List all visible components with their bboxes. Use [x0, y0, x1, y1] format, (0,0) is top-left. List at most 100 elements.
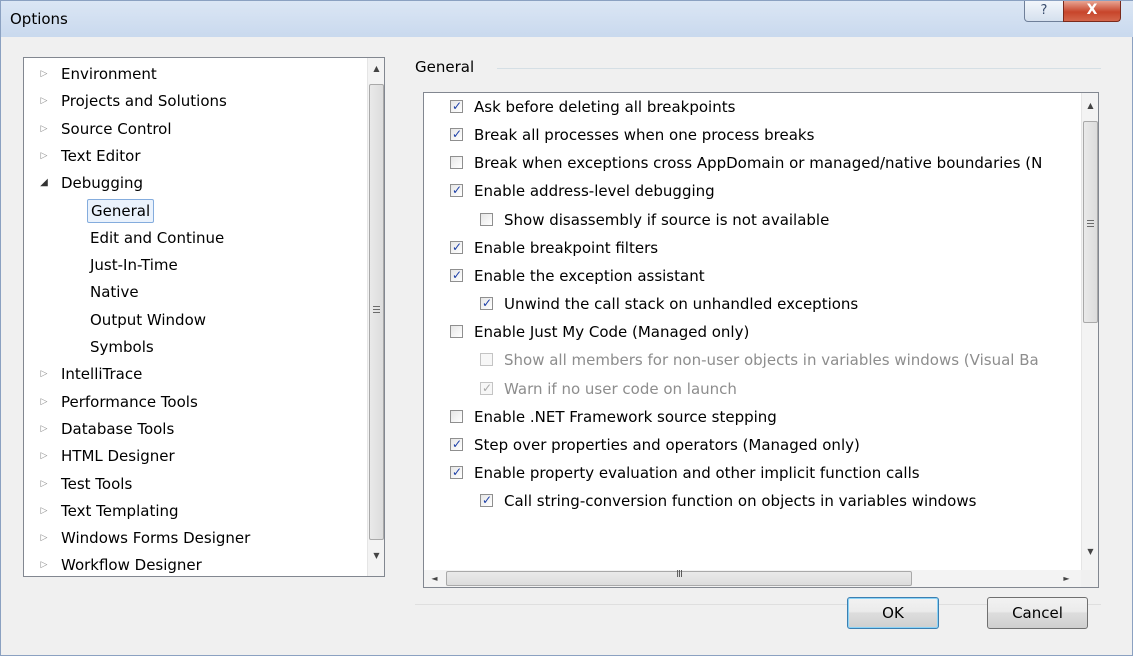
tree-item-debugging[interactable]: ◢ Debugging	[24, 170, 364, 196]
options-hscroll-thumb[interactable]: III	[446, 569, 912, 586]
tree-scroll-down-arrow[interactable]: ▼	[368, 547, 384, 564]
collapsed-arrow-icon[interactable]: ▷	[38, 143, 50, 169]
option-checkbox[interactable]: ✓	[450, 127, 463, 142]
collapsed-arrow-icon[interactable]: ▷	[38, 525, 50, 551]
options-horizontal-scrollbar[interactable]: ◄ III ►	[424, 569, 1081, 587]
options-vertical-scrollbar[interactable]: ▲ ▼	[1081, 93, 1098, 570]
hscroll-grip: III	[676, 569, 683, 580]
checkmark-icon: ✓	[452, 464, 463, 479]
option-row[interactable]: ✓ Ask before deleting all breakpoints	[450, 94, 1090, 121]
option-row[interactable]: Enable Just My Code (Managed only)	[450, 319, 1090, 346]
tree-item-label: Workflow Designer	[61, 556, 202, 575]
checkmark-icon: ✓	[452, 436, 463, 451]
category-tree[interactable]: ▷ Environment ▷ Projects and Solutions ▷ Sour…	[23, 57, 385, 577]
option-checkbox[interactable]: ✓	[450, 99, 463, 113]
option-checkbox[interactable]: ✓	[450, 464, 463, 479]
tree-item-native[interactable]: Native	[24, 279, 364, 305]
tree-item-intellitrace[interactable]: ▷ IntelliTrace	[24, 361, 364, 387]
tree-item-text-templating[interactable]: ▷ Text Templating	[24, 498, 364, 524]
collapsed-arrow-icon[interactable]: ▷	[38, 498, 50, 524]
options-scroll-left-arrow[interactable]: ◄	[426, 570, 443, 587]
tree-vertical-scrollbar[interactable]: ▲ ▼	[367, 58, 384, 576]
tree-item-edit-and-continue[interactable]: Edit and Continue	[24, 225, 364, 251]
options-scroll-up-arrow[interactable]: ▲	[1082, 97, 1098, 114]
collapsed-arrow-icon[interactable]: ▷	[38, 88, 50, 114]
tree-item-text-editor[interactable]: ▷ Text Editor	[24, 143, 364, 169]
option-checkbox[interactable]: ✓	[480, 493, 493, 508]
tree-item-windows-forms-designer[interactable]: ▷ Windows Forms Designer	[24, 525, 364, 551]
close-button[interactable]: X	[1063, 1, 1121, 22]
option-row[interactable]: ✓ Step over properties and operators (Man…	[450, 432, 1090, 459]
option-row[interactable]: Enable .NET Framework source stepping	[450, 404, 1090, 431]
tree-item-symbols[interactable]: Symbols	[24, 334, 364, 360]
collapsed-arrow-icon[interactable]: ▷	[38, 389, 50, 415]
option-checkbox[interactable]: ✓	[480, 296, 493, 311]
tree-item-just-in-time[interactable]: Just-In-Time	[24, 252, 364, 278]
option-label: Call string-conversion function on objec…	[504, 492, 977, 511]
title-bar: Options ? X	[1, 1, 1133, 37]
option-checkbox[interactable]: ✓	[450, 183, 463, 198]
option-checkbox[interactable]: ✓	[450, 268, 463, 282]
collapsed-arrow-icon[interactable]: ▷	[38, 471, 50, 497]
option-label: Break all processes when one process bre…	[474, 126, 815, 145]
option-label: Show disassembly if source is not availa…	[504, 210, 830, 229]
option-row[interactable]: Break when exceptions cross AppDomain or…	[450, 150, 1090, 177]
options-dialog: Options ? X ▷ Environment ▷ Projects and So…	[0, 0, 1133, 656]
expanded-arrow-icon[interactable]: ◢	[38, 170, 50, 196]
option-row[interactable]: Show disassembly if source is not availa…	[480, 207, 1098, 234]
option-checkbox[interactable]: ✓	[450, 436, 463, 451]
option-checkbox[interactable]	[450, 325, 463, 339]
tree-item-database-tools[interactable]: ▷ Database Tools	[24, 416, 364, 442]
option-checkbox[interactable]	[450, 409, 463, 423]
tree-scroll-up-arrow[interactable]: ▲	[368, 60, 384, 77]
tree-scroll-thumb[interactable]	[369, 84, 384, 540]
options-scroll-thumb[interactable]	[1083, 121, 1098, 323]
option-label: Enable property evaluation and other imp…	[474, 463, 920, 482]
help-button[interactable]: ?	[1024, 1, 1064, 22]
tree-item-workflow-designer[interactable]: ▷ Workflow Designer	[24, 552, 364, 576]
tree-item-environment[interactable]: ▷ Environment	[24, 61, 364, 87]
checkmark-icon: ✓	[482, 380, 493, 395]
options-scroll-right-arrow[interactable]: ►	[1058, 570, 1075, 587]
tree-item-test-tools[interactable]: ▷ Test Tools	[24, 471, 364, 497]
tree-item-label: HTML Designer	[61, 447, 175, 466]
tree-item-html-designer[interactable]: ▷ HTML Designer	[24, 443, 364, 469]
option-row[interactable]: ✓ Unwind the call stack on unhandled exce…	[480, 291, 1098, 318]
collapsed-arrow-icon[interactable]: ▷	[38, 443, 50, 469]
tree-item-source-control[interactable]: ▷ Source Control	[24, 116, 364, 142]
option-checkbox[interactable]	[450, 156, 463, 170]
collapsed-arrow-icon[interactable]: ▷	[38, 116, 50, 142]
option-row[interactable]: ✓ Enable the exception assistant	[450, 263, 1090, 290]
cancel-button[interactable]: Cancel	[987, 597, 1088, 629]
collapsed-arrow-icon[interactable]: ▷	[38, 416, 50, 442]
option-checkbox[interactable]	[480, 212, 493, 226]
options-scroll-down-arrow[interactable]: ▼	[1082, 543, 1098, 560]
option-row[interactable]: ✓ Call string-conversion function on obje…	[480, 488, 1098, 515]
close-icon: X	[1086, 2, 1098, 18]
option-checkbox: ✓	[480, 380, 493, 395]
ok-button[interactable]: OK	[847, 597, 939, 629]
collapsed-arrow-icon[interactable]: ▷	[38, 552, 50, 576]
collapsed-arrow-icon[interactable]: ▷	[38, 61, 50, 87]
option-row[interactable]: ✓ Enable property evaluation and other im…	[450, 460, 1090, 487]
tree-item-label: Text Editor	[61, 146, 141, 165]
tree-item-label: Projects and Solutions	[61, 92, 227, 111]
dialog-client-area: ▷ Environment ▷ Projects and Solutions ▷ Sour…	[9, 37, 1127, 651]
option-label: Show all members for non-user objects in…	[504, 351, 1039, 370]
checkmark-icon: ✓	[482, 296, 493, 311]
collapsed-arrow-icon[interactable]: ▷	[38, 361, 50, 387]
option-label: Enable the exception assistant	[474, 266, 705, 285]
option-row[interactable]: ✓ Enable address-level debugging	[450, 178, 1090, 205]
option-label: Enable .NET Framework source stepping	[474, 407, 777, 426]
tree-item-label: Output Window	[90, 310, 207, 329]
option-checkbox[interactable]: ✓	[450, 239, 463, 254]
tree-item-projects-and-solutions[interactable]: ▷ Projects and Solutions	[24, 88, 364, 114]
tree-item-general[interactable]: General	[24, 198, 364, 224]
checkmark-icon: ✓	[452, 239, 463, 254]
option-row[interactable]: ✓ Break all processes when one process br…	[450, 122, 1090, 149]
option-row[interactable]: ✓ Enable breakpoint filters	[450, 235, 1090, 262]
tree-item-performance-tools[interactable]: ▷ Performance Tools	[24, 389, 364, 415]
debugging-options-list[interactable]: ✓ Ask before deleting all breakpoints ✓ Bre…	[423, 92, 1099, 588]
tree-item-label: Windows Forms Designer	[61, 529, 251, 548]
tree-item-output-window[interactable]: Output Window	[24, 307, 364, 333]
